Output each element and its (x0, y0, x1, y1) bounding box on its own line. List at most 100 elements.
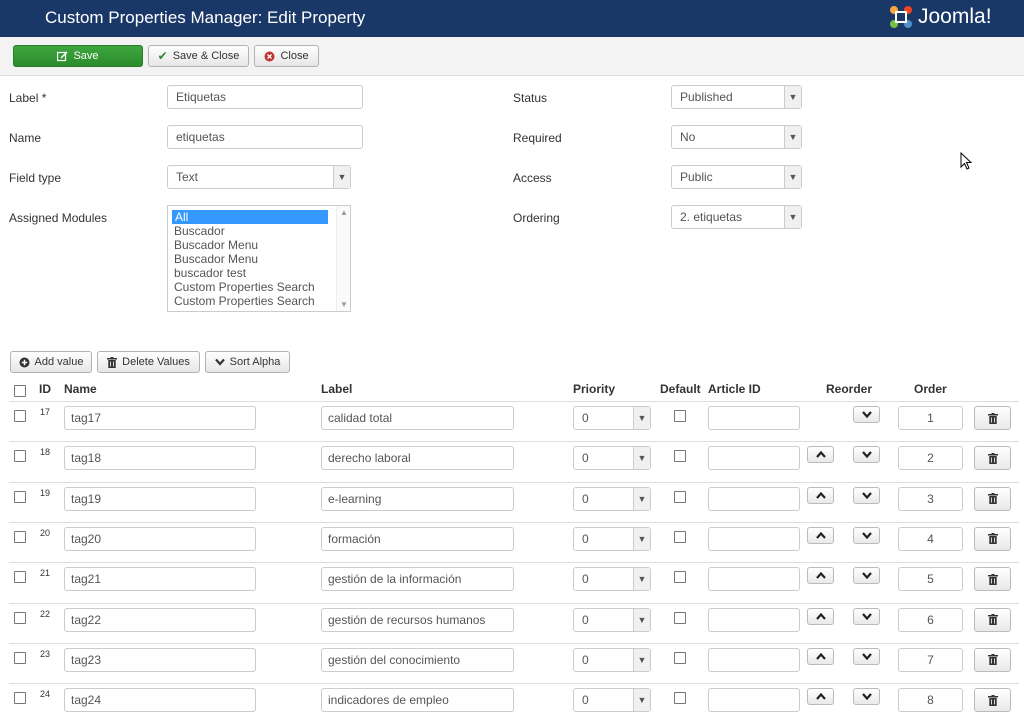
row-name-input[interactable]: tag21 (64, 567, 256, 592)
move-down-button[interactable] (853, 526, 880, 544)
row-default-checkbox[interactable] (674, 611, 686, 624)
move-up-button[interactable] (807, 446, 834, 464)
scroll-up-icon[interactable]: ▲ (340, 208, 348, 217)
row-default-checkbox[interactable] (674, 692, 686, 705)
row-priority-select[interactable]: 0 ▼ (573, 647, 651, 672)
delete-row-button[interactable] (974, 446, 1011, 471)
row-checkbox[interactable] (14, 571, 26, 584)
row-order-input[interactable]: 7 (898, 647, 963, 672)
save-close-button[interactable]: ✔ Save & Close (148, 45, 249, 67)
add-value-button[interactable]: Add value (10, 351, 92, 373)
row-name-input[interactable]: tag18 (64, 446, 256, 471)
row-checkbox[interactable] (14, 410, 26, 422)
row-article-id-input[interactable] (708, 486, 800, 511)
delete-row-button[interactable] (974, 607, 1011, 632)
row-default-checkbox[interactable] (674, 410, 686, 422)
module-option[interactable]: Custom Properties Search (168, 280, 336, 294)
row-label-input[interactable]: gestión de recursos humanos (321, 607, 514, 632)
row-article-id-input[interactable] (708, 647, 800, 672)
row-default-checkbox[interactable] (674, 571, 686, 584)
move-up-button[interactable] (807, 567, 834, 585)
sort-alpha-button[interactable]: Sort Alpha (205, 351, 290, 373)
row-name-input[interactable]: tag19 (64, 486, 256, 511)
row-article-id-input[interactable] (708, 526, 800, 551)
row-article-id-input[interactable] (708, 567, 800, 592)
row-name-input[interactable]: tag17 (64, 406, 256, 430)
row-label-input[interactable]: derecho laboral (321, 446, 514, 471)
close-button[interactable]: Close (254, 45, 319, 67)
row-name-input[interactable]: tag22 (64, 607, 256, 632)
row-order-input[interactable]: 8 (898, 688, 963, 713)
row-label-input[interactable]: indicadores de empleo (321, 688, 514, 713)
delete-row-button[interactable] (974, 647, 1011, 672)
move-down-button[interactable] (853, 486, 880, 504)
ordering-select[interactable]: 2. etiquetas ▼ (671, 205, 802, 229)
row-priority-select[interactable]: 0 ▼ (573, 607, 651, 632)
name-input[interactable]: etiquetas (167, 125, 363, 149)
label-input[interactable]: Etiquetas (167, 85, 363, 109)
row-checkbox[interactable] (14, 692, 26, 705)
module-option[interactable]: buscador test (168, 266, 336, 280)
row-priority-select[interactable]: 0 ▼ (573, 406, 651, 430)
status-select[interactable]: Published ▼ (671, 85, 802, 109)
module-option[interactable]: Custom Properties Search (168, 294, 336, 308)
row-label-input[interactable]: e-learning (321, 486, 514, 511)
assigned-modules-listbox[interactable]: All Buscador Buscador Menu Buscador Menu… (167, 205, 351, 312)
row-priority-select[interactable]: 0 ▼ (573, 688, 651, 713)
move-down-button[interactable] (853, 567, 880, 585)
row-checkbox[interactable] (14, 490, 26, 503)
listbox-scrollbar[interactable]: ▲ ▼ (336, 206, 350, 311)
row-order-input[interactable]: 2 (898, 446, 963, 471)
row-article-id-input[interactable] (708, 406, 800, 430)
move-up-button[interactable] (807, 688, 834, 706)
move-down-button[interactable] (853, 688, 880, 706)
scroll-down-icon[interactable]: ▼ (340, 300, 348, 309)
row-label-input[interactable]: gestión del conocimiento (321, 647, 514, 672)
required-select[interactable]: No ▼ (671, 125, 802, 149)
row-order-input[interactable]: 3 (898, 486, 963, 511)
move-up-button[interactable] (807, 647, 834, 665)
row-order-input[interactable]: 6 (898, 607, 963, 632)
row-article-id-input[interactable] (708, 688, 800, 713)
row-checkbox[interactable] (14, 611, 26, 624)
row-name-input[interactable]: tag24 (64, 688, 256, 713)
row-priority-select[interactable]: 0 ▼ (573, 486, 651, 511)
row-default-checkbox[interactable] (674, 651, 686, 664)
module-option[interactable]: All (172, 210, 328, 224)
row-default-checkbox[interactable] (674, 490, 686, 503)
field-type-select[interactable]: Text ▼ (167, 165, 351, 189)
row-name-input[interactable]: tag23 (64, 647, 256, 672)
row-order-input[interactable]: 4 (898, 526, 963, 551)
delete-row-button[interactable] (974, 567, 1011, 592)
row-label-input[interactable]: gestión de la información (321, 567, 514, 592)
row-label-input[interactable]: formación (321, 526, 514, 551)
move-up-button[interactable] (807, 486, 834, 504)
delete-row-button[interactable] (974, 406, 1011, 430)
row-priority-select[interactable]: 0 ▼ (573, 446, 651, 471)
row-order-input[interactable]: 1 (898, 406, 963, 430)
delete-row-button[interactable] (974, 526, 1011, 551)
move-down-button[interactable] (853, 406, 880, 423)
row-priority-select[interactable]: 0 ▼ (573, 526, 651, 551)
row-name-input[interactable]: tag20 (64, 526, 256, 551)
module-option[interactable]: Buscador Menu (168, 252, 336, 266)
row-priority-select[interactable]: 0 ▼ (573, 567, 651, 592)
row-article-id-input[interactable] (708, 607, 800, 632)
delete-row-button[interactable] (974, 688, 1011, 713)
move-up-button[interactable] (807, 526, 834, 544)
access-select[interactable]: Public ▼ (671, 165, 802, 189)
delete-values-button[interactable]: Delete Values (97, 351, 200, 373)
select-all-checkbox[interactable] (14, 385, 26, 397)
row-default-checkbox[interactable] (674, 450, 686, 463)
row-order-input[interactable]: 5 (898, 567, 963, 592)
row-checkbox[interactable] (14, 530, 26, 543)
row-checkbox[interactable] (14, 651, 26, 664)
row-default-checkbox[interactable] (674, 530, 686, 543)
module-option[interactable]: Buscador (168, 224, 336, 238)
move-down-button[interactable] (853, 647, 880, 665)
move-down-button[interactable] (853, 446, 880, 464)
move-up-button[interactable] (807, 607, 834, 625)
row-checkbox[interactable] (14, 450, 26, 463)
row-label-input[interactable]: calidad total (321, 406, 514, 430)
delete-row-button[interactable] (974, 486, 1011, 511)
